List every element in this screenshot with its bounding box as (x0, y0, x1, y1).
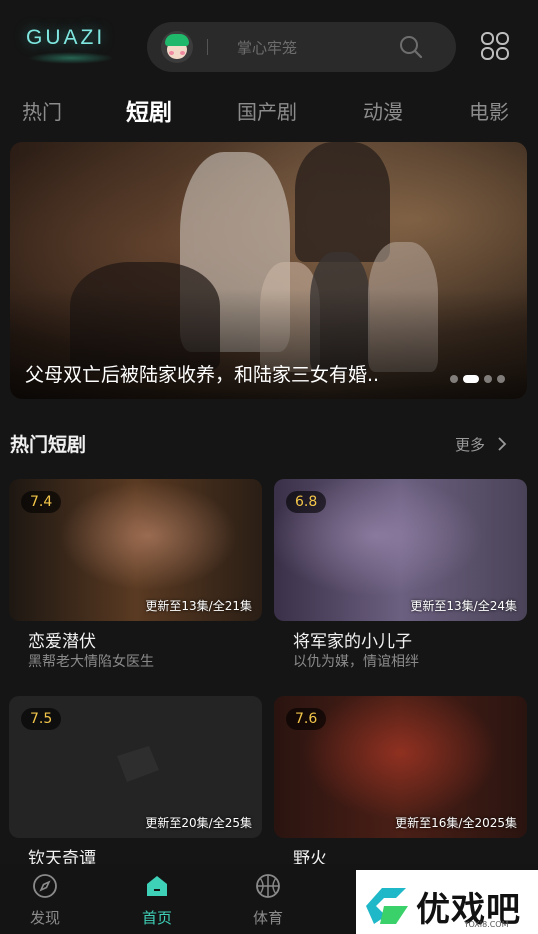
app-logo[interactable]: GUAZI (26, 26, 105, 50)
drama-thumbnail[interactable]: 7.6 更新至16集/全2025集 (274, 696, 527, 838)
avatar-hair (165, 34, 189, 46)
pagination-dot[interactable] (497, 375, 505, 383)
pagination-dot-active[interactable] (463, 375, 479, 383)
chevron-right-icon[interactable] (496, 436, 508, 452)
tab-movie[interactable]: 电影 (469, 96, 509, 125)
rating-badge: 7.6 (286, 708, 327, 730)
more-link[interactable]: 更多 (455, 434, 485, 455)
search-icon[interactable] (398, 34, 424, 60)
drama-subtitle: 以仇为媒，情谊相绊 (293, 654, 419, 670)
episode-count: 更新至13集/全21集 (145, 599, 252, 613)
episode-count: 更新至20集/全25集 (145, 816, 252, 830)
site-watermark: 优戏吧 YOXI8.COM (356, 870, 538, 934)
banner-caption: 父母双亡后被陆家收养，和陆家三女有婚.. (25, 364, 380, 386)
episode-count: 更新至16集/全2025集 (395, 816, 517, 830)
avatar-cheek (180, 51, 185, 55)
nav-sports[interactable]: 体育 (223, 864, 313, 934)
search-divider (207, 39, 208, 55)
rating-badge: 6.8 (286, 491, 327, 513)
drama-card[interactable]: 7.6 更新至16集/全2025集 野火 (274, 696, 527, 869)
banner-figure (295, 142, 390, 262)
drama-subtitle: 黑帮老大情陷女医生 (28, 654, 154, 670)
drama-thumbnail[interactable]: 7.4 更新至13集/全21集 (9, 479, 262, 621)
category-grid-icon[interactable] (480, 31, 510, 61)
tab-anime[interactable]: 动漫 (363, 96, 403, 125)
logo-glow (28, 52, 114, 64)
drama-thumbnail[interactable]: 6.8 更新至13集/全24集 (274, 479, 527, 621)
pagination-dot[interactable] (484, 375, 492, 383)
avatar[interactable] (161, 31, 193, 63)
basketball-icon (256, 874, 280, 898)
category-tabs: 热门 短剧 国产剧 动漫 电影 (0, 90, 538, 130)
watermark-url: YOXI8.COM (464, 920, 509, 929)
episode-count: 更新至13集/全24集 (410, 599, 517, 613)
top-bar: GUAZI 掌心牢笼 (0, 0, 538, 88)
watermark-logo-icon (366, 888, 408, 924)
featured-banner[interactable]: 父母双亡后被陆家收养，和陆家三女有婚.. (10, 142, 527, 399)
tab-hot[interactable]: 热门 (22, 96, 62, 125)
nav-label: 首页 (141, 909, 172, 927)
drama-card[interactable]: 7.5 更新至20集/全25集 钦天奇谭 (9, 696, 262, 869)
home-icon (147, 876, 167, 896)
drama-thumbnail[interactable]: 7.5 更新至20集/全25集 (9, 696, 262, 838)
tab-domestic-drama[interactable]: 国产剧 (237, 96, 297, 125)
drama-title[interactable]: 将军家的小儿子 (293, 627, 412, 652)
rating-badge: 7.4 (21, 491, 62, 513)
search-placeholder[interactable]: 掌心牢笼 (237, 37, 297, 58)
search-bar[interactable]: 掌心牢笼 (147, 22, 456, 72)
rating-badge: 7.5 (21, 708, 62, 730)
nav-home[interactable]: 首页 (112, 864, 202, 934)
tab-short-drama[interactable]: 短剧 (126, 93, 172, 127)
drama-card[interactable]: 7.4 更新至13集/全21集 恋爱潜伏 黑帮老大情陷女医生 (9, 479, 262, 670)
avatar-cheek (169, 51, 174, 55)
drama-title[interactable]: 恋爱潜伏 (28, 627, 96, 652)
section-title: 热门短剧 (10, 434, 87, 456)
drama-card[interactable]: 6.8 更新至13集/全24集 将军家的小儿子 以仇为媒，情谊相绊 (274, 479, 527, 670)
placeholder-icon (117, 746, 159, 782)
nav-label: 发现 (29, 909, 60, 927)
compass-icon (33, 874, 57, 898)
nav-discover[interactable]: 发现 (0, 864, 90, 934)
nav-label: 体育 (252, 909, 283, 927)
pagination-dot[interactable] (450, 375, 458, 383)
